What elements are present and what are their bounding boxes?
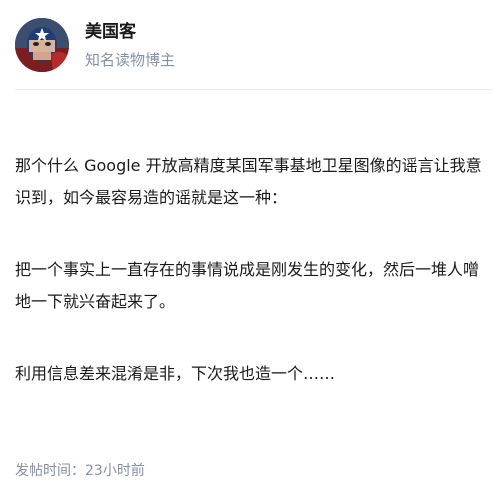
post-paragraph: 把一个事实上一直存在的事情说成是刚发生的变化，然后一堆人噌地一下就兴奋起来了。	[15, 260, 480, 311]
post-content: 那个什么 Google 开放高精度某国军事基地卫星图像的谣言让我意识到，如今最容…	[15, 150, 489, 390]
captain-america-avatar-icon	[15, 18, 69, 72]
post-time-value: 23小时前	[85, 463, 145, 479]
post-paragraph: 那个什么 Google 开放高精度某国军事基地卫星图像的谣言让我意识到，如今最容…	[15, 156, 482, 207]
post-header: 美国客 知名读物博主	[15, 18, 493, 90]
author-name[interactable]: 美国客	[85, 21, 136, 43]
author-badge: 知名读物博主	[85, 51, 176, 69]
post-paragraph: 利用信息差来混淆是非，下次我也造一个……	[15, 364, 336, 383]
author-avatar[interactable]	[15, 18, 69, 72]
post-time-label: 发帖时间：	[15, 463, 85, 479]
post-time: 发帖时间：23小时前	[15, 461, 145, 481]
